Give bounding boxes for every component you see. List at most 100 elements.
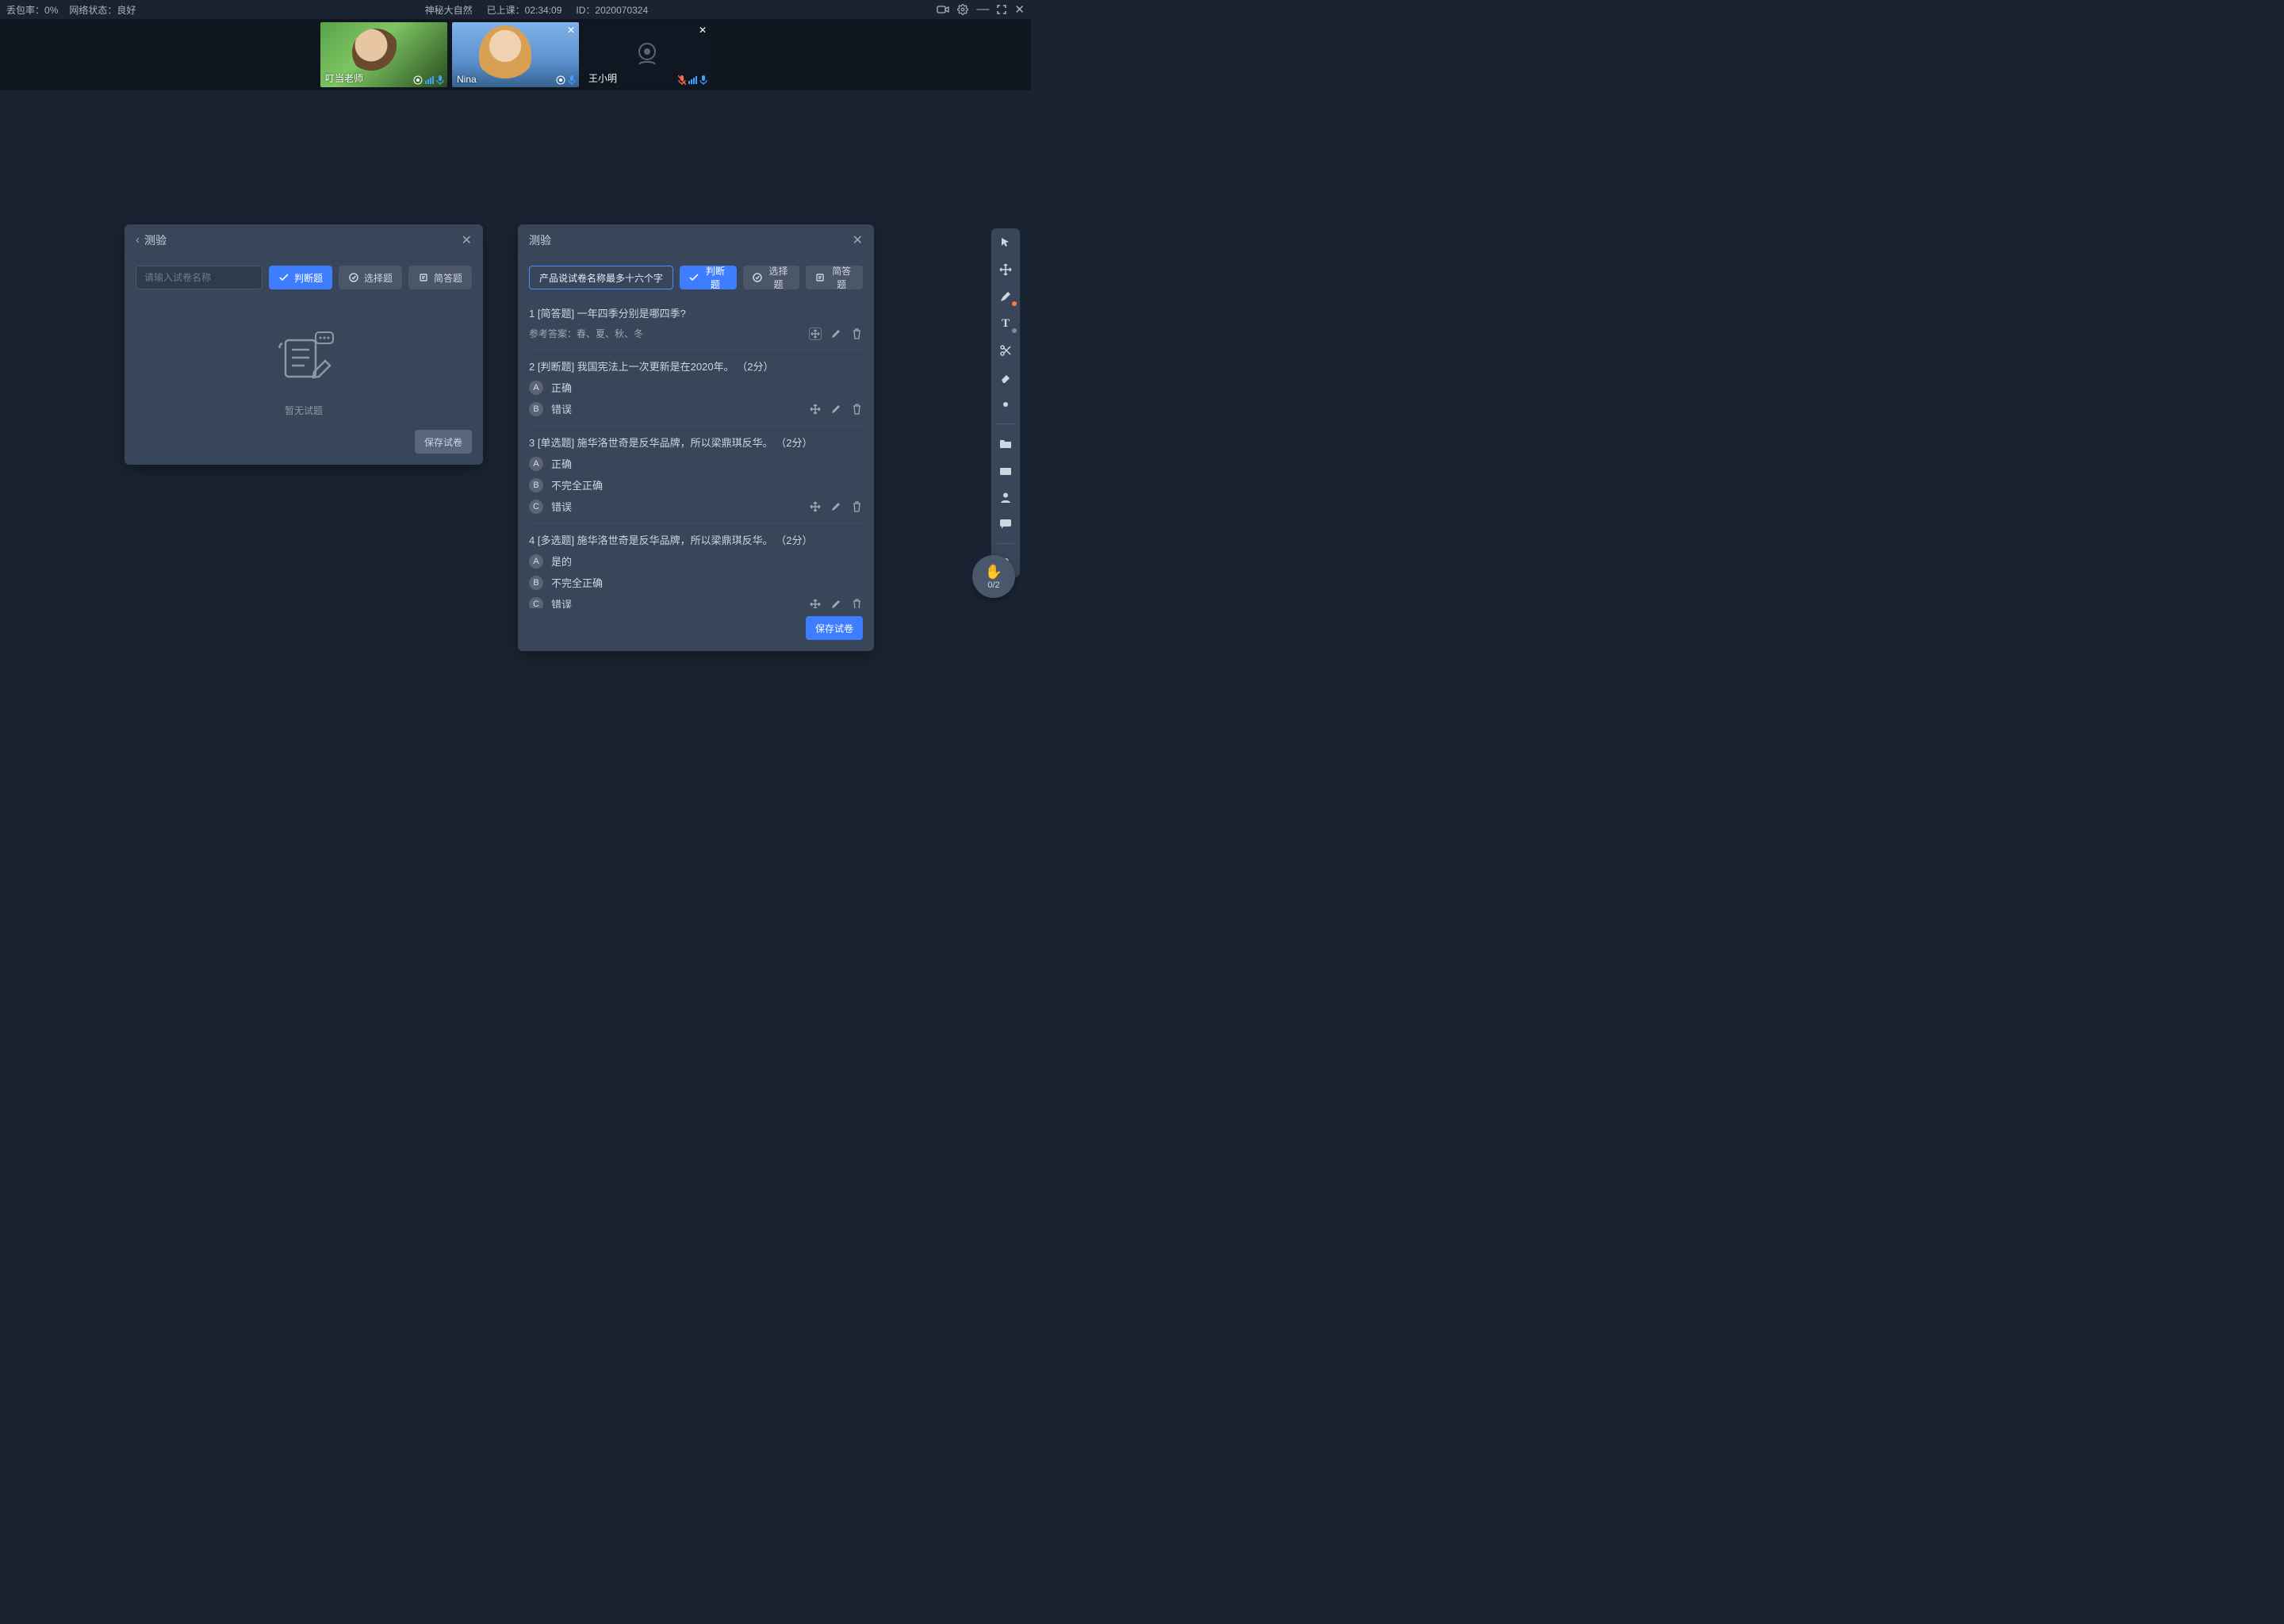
option-label: 错误: [551, 401, 572, 416]
mic-icon: [568, 75, 576, 85]
option-key: B: [529, 576, 543, 590]
option-key: B: [529, 402, 543, 416]
short-icon: [815, 272, 825, 283]
panel-body: 暂无试题: [125, 297, 483, 422]
toolbox-icon[interactable]: [998, 462, 1014, 478]
save-paper-button[interactable]: 保存试卷: [415, 430, 472, 454]
signal-icon: [425, 76, 434, 84]
folder-icon[interactable]: [998, 435, 1014, 451]
option-label: 不完全正确: [551, 575, 603, 590]
choice-icon: [348, 272, 359, 283]
pen-tool-icon[interactable]: [998, 289, 1014, 304]
topbar-left: 丢包率：0% 网络状态：良好: [6, 3, 136, 17]
short-icon: [418, 272, 429, 283]
topbar-right: — ✕: [937, 2, 1025, 17]
move-icon[interactable]: [809, 598, 822, 609]
move-icon[interactable]: [809, 500, 822, 513]
minimize-icon[interactable]: —: [976, 2, 989, 17]
delete-icon[interactable]: [850, 500, 863, 513]
scissors-tool-icon[interactable]: [998, 343, 1014, 358]
text-tool-icon[interactable]: T: [998, 316, 1014, 331]
empty-illustration-icon: [268, 321, 339, 393]
choice-icon: [753, 272, 762, 283]
chat-icon[interactable]: [998, 516, 1014, 532]
camera-toggle-icon[interactable]: [937, 5, 949, 14]
participant-name: Nina: [457, 74, 477, 85]
question-item: 2 [判断题] 我国宪法上一次更新是在2020年。 （2分）A正确B错误: [529, 350, 863, 427]
video-tile-student[interactable]: ✕ 王小明: [584, 22, 711, 87]
delete-icon[interactable]: [850, 327, 863, 340]
move-tool-icon[interactable]: [998, 262, 1014, 278]
tab-judge-button[interactable]: 判断题: [269, 266, 332, 289]
panel-toolbar: 判断题 选择题 简答题: [125, 256, 483, 297]
panel-close-icon[interactable]: ✕: [462, 232, 472, 248]
tile-close-icon[interactable]: ✕: [567, 25, 575, 36]
question-title: 3 [单选题] 施华洛世奇是反华品牌，所以梁鼎琪反华。 （2分）: [529, 435, 863, 450]
panel-toolbar: 产品说试卷名称最多十六个字 判断题 选择题 简答题: [518, 256, 874, 297]
option-row[interactable]: A正确: [529, 380, 863, 395]
tab-choice-button[interactable]: 选择题: [743, 266, 800, 289]
option-row[interactable]: B不完全正确: [529, 477, 863, 492]
edit-icon[interactable]: [830, 403, 842, 416]
option-label: 错误: [551, 596, 572, 608]
cursor-tool-icon[interactable]: [998, 235, 1014, 251]
top-bar: 丢包率：0% 网络状态：良好 神秘大自然 已上课：02:34:09 ID：202…: [0, 0, 1031, 19]
raise-hand-button[interactable]: ✋ 0/2: [972, 555, 1015, 598]
network-status: 网络状态：良好: [69, 3, 136, 17]
delete-icon[interactable]: [850, 403, 863, 416]
move-icon[interactable]: [809, 403, 822, 416]
option-label: 正确: [551, 456, 572, 471]
user-icon[interactable]: [998, 489, 1014, 505]
mic-icon: [436, 75, 444, 85]
panel-close-icon[interactable]: ✕: [853, 232, 863, 248]
class-title: 神秘大自然: [425, 3, 473, 17]
tab-short-button[interactable]: 简答题: [806, 266, 863, 289]
option-label: 是的: [551, 553, 572, 569]
panel-header: 测验 ✕: [518, 224, 874, 256]
fullscreen-icon[interactable]: [997, 5, 1006, 14]
option-key: C: [529, 597, 543, 609]
option-row[interactable]: A 是的: [529, 553, 863, 569]
option-key: A: [529, 554, 543, 569]
option-row[interactable]: B 不完全正确: [529, 575, 863, 590]
answer-row: 参考答案：春、夏、秋、冬: [529, 327, 863, 340]
save-paper-button[interactable]: 保存试卷: [806, 616, 863, 640]
tab-judge-button[interactable]: 判断题: [680, 266, 737, 289]
option-key: A: [529, 381, 543, 395]
close-icon[interactable]: ✕: [1014, 2, 1025, 17]
quiz-panel-filled: 测验 ✕ 产品说试卷名称最多十六个字 判断题 选择题 简答题 1 [简答题] 一…: [518, 224, 874, 651]
session-id: ID：2020070324: [576, 3, 648, 17]
video-tile-student[interactable]: ✕ Nina: [452, 22, 579, 87]
edit-icon[interactable]: [830, 327, 842, 340]
eraser-tool-icon[interactable]: [998, 370, 1014, 385]
target-icon: [556, 75, 565, 85]
settings-icon[interactable]: [957, 4, 968, 15]
video-tile-teacher[interactable]: 叮当老师: [320, 22, 447, 87]
mic-icon: [699, 75, 707, 85]
tab-choice-button[interactable]: 选择题: [339, 266, 402, 289]
option-row[interactable]: A正确: [529, 456, 863, 471]
paper-name-input[interactable]: [136, 266, 263, 289]
paper-name-display[interactable]: 产品说试卷名称最多十六个字: [529, 266, 673, 289]
move-icon[interactable]: [809, 327, 822, 340]
edit-icon[interactable]: [830, 598, 842, 609]
option-row[interactable]: C错误: [529, 499, 863, 514]
option-label: 错误: [551, 499, 572, 514]
empty-text: 暂无试题: [136, 404, 472, 417]
hand-count: 0/2: [987, 580, 999, 590]
judge-icon: [278, 272, 289, 283]
tile-close-icon[interactable]: ✕: [699, 25, 707, 36]
option-row[interactable]: C 错误: [529, 596, 863, 608]
mic-muted-icon: [678, 75, 686, 85]
tab-short-button[interactable]: 简答题: [408, 266, 472, 289]
participant-name: 叮当老师: [325, 71, 363, 85]
option-row[interactable]: B 错误: [529, 401, 863, 416]
judge-icon: [689, 272, 699, 283]
laser-tool-icon[interactable]: [998, 396, 1014, 412]
edit-icon[interactable]: [830, 500, 842, 513]
back-icon[interactable]: ‹: [136, 233, 140, 247]
topbar-center: 神秘大自然 已上课：02:34:09 ID：2020070324: [136, 3, 937, 17]
question-list[interactable]: 1 [简答题] 一年四季分别是哪四季?参考答案：春、夏、秋、冬2 [判断题] 我…: [518, 297, 874, 608]
option-label: 不完全正确: [551, 477, 603, 492]
delete-icon[interactable]: [850, 598, 863, 609]
